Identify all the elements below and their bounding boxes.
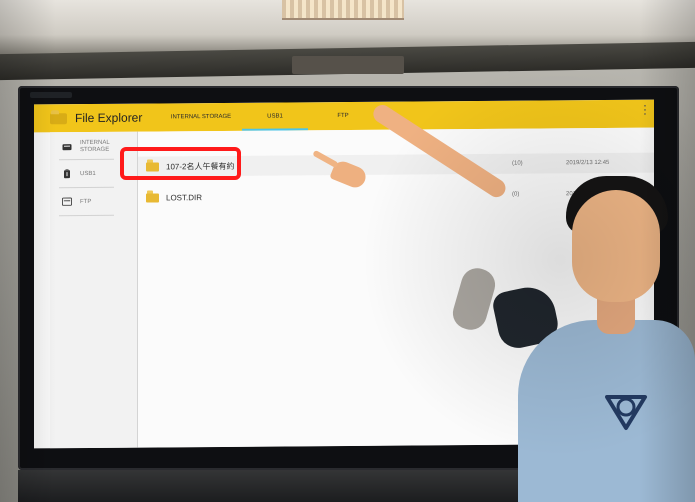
more-options-icon[interactable]: ⋮: [639, 103, 651, 120]
face: [572, 190, 660, 302]
sidebar-divider: [59, 214, 114, 217]
display-brand-mark: [30, 92, 72, 98]
file-date: 2019/2/13 12:45: [566, 159, 610, 167]
sidebar-item-label: USB1: [80, 170, 96, 177]
storage-icon: [62, 143, 72, 151]
tab-ftp[interactable]: FTP: [308, 102, 378, 131]
sidebar-item-label: FTP: [80, 198, 92, 205]
app-folder-icon: [50, 113, 67, 125]
tab-internal-storage[interactable]: INTERNAL STORAGE: [160, 103, 242, 132]
student-pointing: [312, 101, 695, 502]
usb-icon: [62, 168, 72, 178]
file-count: (10): [512, 160, 523, 167]
app-title-area: File Explorer: [50, 109, 142, 128]
photo-scene: File Explorer INTERNAL STORAGE USB1 FTP …: [0, 0, 695, 502]
shirt-logo-icon: [605, 395, 647, 430]
folder-icon: [146, 192, 159, 203]
highlighted-folder-box: [120, 147, 241, 180]
ceiling-fixture: [292, 56, 404, 74]
sidebar-item-ftp[interactable]: FTP: [50, 189, 137, 215]
app-title: File Explorer: [75, 110, 143, 126]
ftp-icon: [62, 197, 72, 206]
sidebar-item-label: INTERNAL STORAGE: [80, 139, 110, 154]
file-name: LOST.DIR: [166, 192, 203, 202]
tab-usb1[interactable]: USB1: [242, 102, 308, 131]
ceiling-light: [282, 0, 404, 20]
storage-tabs: INTERNAL STORAGE USB1 FTP: [160, 102, 378, 132]
